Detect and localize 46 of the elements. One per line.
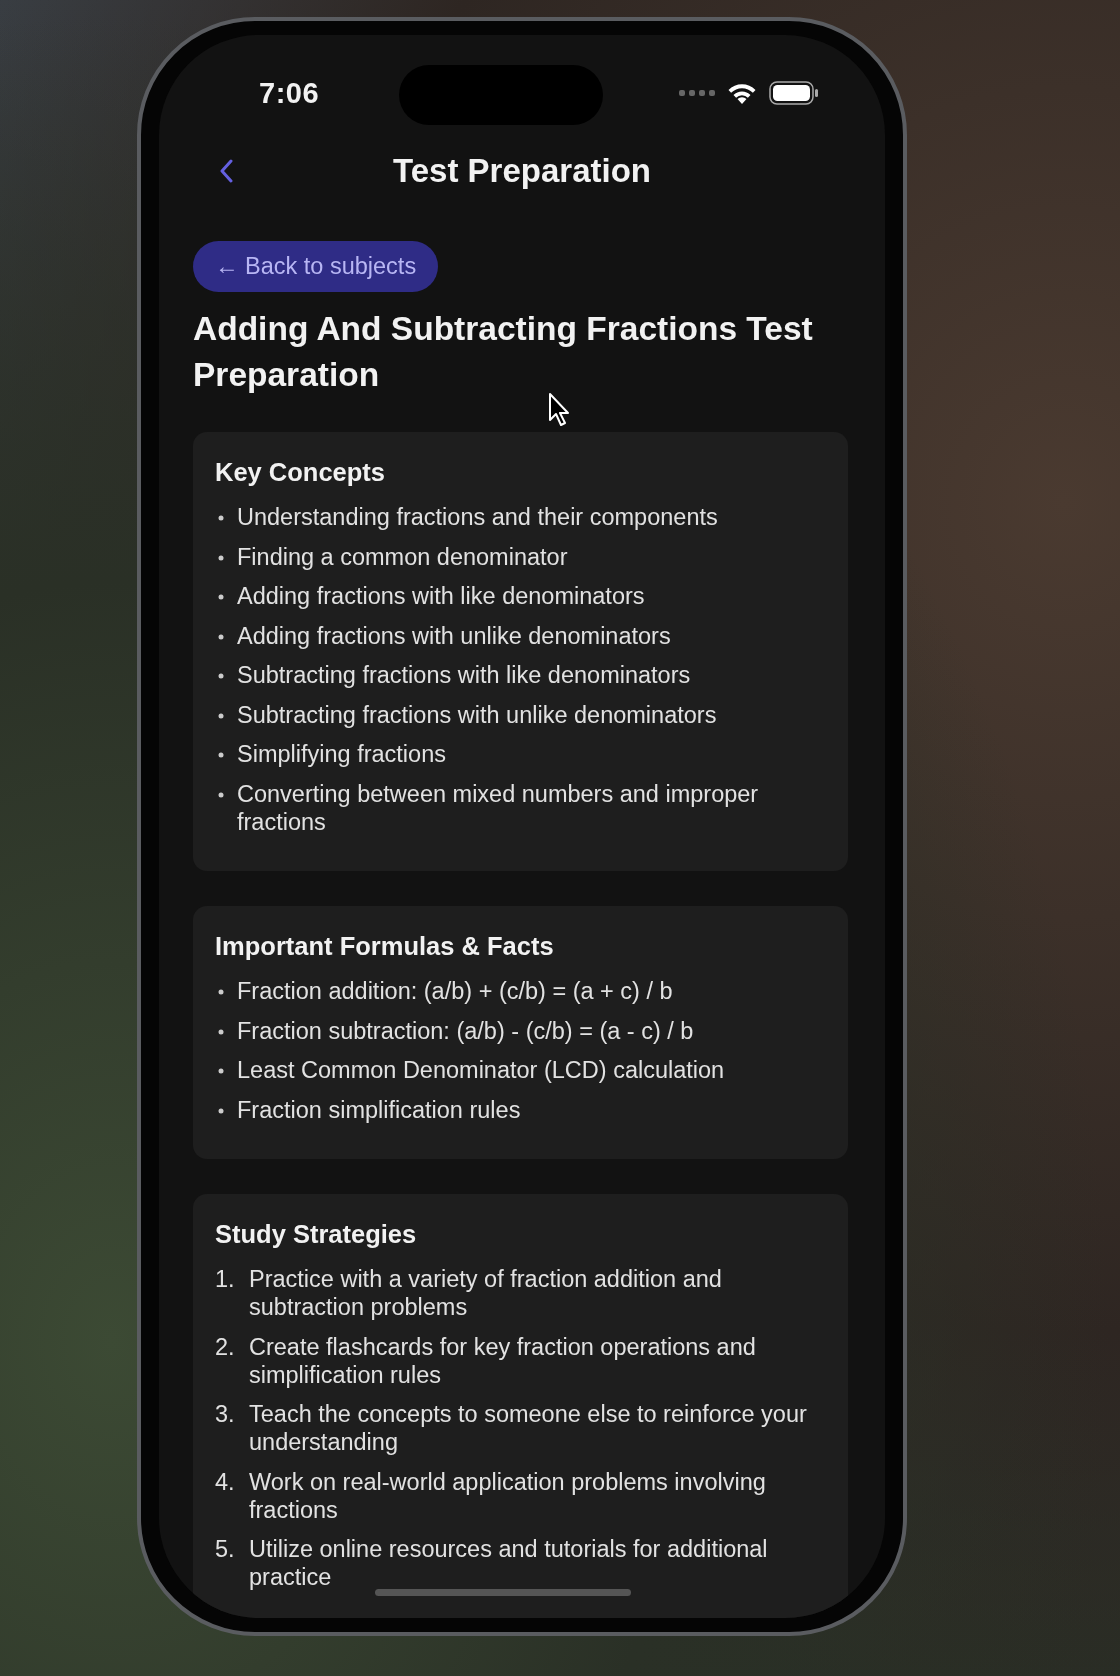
battery-icon — [769, 81, 819, 105]
list-item-text: Teach the concepts to someone else to reinforce your understanding — [249, 1400, 808, 1456]
list-item-text: Subtracting fractions with unlike denominators — [237, 700, 717, 729]
list-item-text: Fraction subtraction: (a/b) - (c/b) = (a - c) / b — [237, 1016, 694, 1045]
mouse-cursor-icon — [548, 392, 570, 426]
back-chevron-icon[interactable] — [219, 159, 233, 183]
bullet-icon — [218, 633, 224, 640]
status-time: 7:06 — [259, 76, 320, 110]
list-item-text: Practice with a variety of fraction addition and subtraction problems — [249, 1265, 723, 1321]
list-item-text: Utilize online resources and tutorials for additional practice — [249, 1535, 769, 1591]
bullet-icon — [218, 1068, 224, 1074]
list-item-text: Work on real-world application problems involving fractions — [249, 1467, 767, 1524]
list-number: 4. — [215, 1467, 236, 1497]
bullet-icon — [218, 673, 224, 679]
bullet-icon — [218, 594, 224, 600]
list-number: 2. — [215, 1332, 236, 1362]
bullet-icon — [218, 712, 224, 719]
list-item-text: Subtracting fractions with like denominators — [237, 661, 691, 689]
nav-title: Test Preparation — [393, 152, 651, 190]
list-item-text: Create flashcards for key fraction operations and simplification rules — [249, 1332, 757, 1389]
bullet-icon — [218, 752, 224, 758]
bullet-icon — [218, 554, 224, 561]
list-item-text: Adding fractions with unlike denominators — [237, 621, 671, 650]
list-item-text: Least Common Denominator (LCD) calculation — [237, 1056, 725, 1084]
bullet-icon — [218, 989, 224, 995]
list-number: 3. — [215, 1400, 236, 1429]
bullet-icon — [218, 1028, 224, 1035]
list-number: 1. — [215, 1265, 236, 1294]
list-item-text: Adding fractions with like denominators — [237, 582, 645, 610]
list-item-text: Fraction addition: (a/b) + (c/b) = (a + c) / b — [237, 977, 673, 1005]
page-title: Adding And Subtracting Fractions Test Preparation — [193, 309, 814, 395]
back-to-subjects-button[interactable]: ← Back to subjects — [193, 241, 439, 292]
bullet-icon — [218, 791, 224, 798]
list-number: 5. — [215, 1535, 236, 1564]
list-item-text: Finding a common denominator — [237, 542, 568, 571]
wifi-icon — [727, 82, 757, 104]
signal-icon — [679, 89, 715, 97]
bullet-icon — [218, 515, 224, 521]
section-heading: Important Formulas & Facts — [215, 932, 555, 961]
list-item-text: Fraction simplification rules — [237, 1095, 521, 1124]
list-item-text: Understanding fractions and their components — [237, 503, 718, 531]
section-heading: Study Strategies — [215, 1220, 418, 1249]
section-heading: Key Concepts — [215, 458, 387, 487]
list-item-text: Simplifying fractions — [237, 740, 446, 768]
bullet-icon — [218, 1107, 224, 1114]
list-item-text: Converting between mixed numbers and improper fractions — [237, 779, 760, 836]
